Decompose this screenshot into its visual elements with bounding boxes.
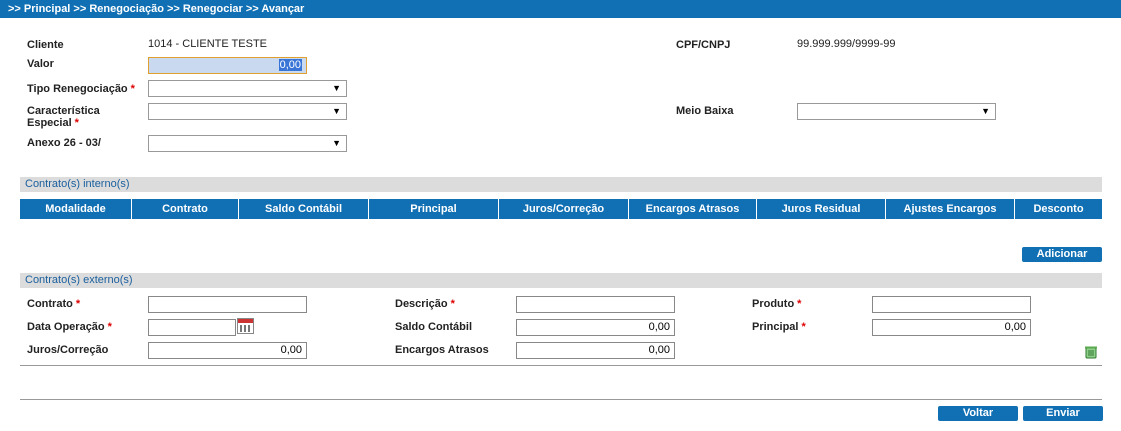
cpf-value: 99.999.999/9999-99 (797, 38, 896, 50)
required-mark: * (801, 321, 806, 333)
contrato-label: Contrato * (27, 298, 80, 310)
column-header[interactable]: Contrato (132, 199, 239, 219)
caracteristica-text-1: Característica (27, 105, 100, 117)
column-header[interactable]: Principal (369, 199, 499, 219)
required-mark: * (74, 117, 79, 129)
internos-table-header: Modalidade Contrato Saldo Contábil Princ… (20, 199, 1102, 219)
encargos-atrasos-input[interactable]: 0,00 (516, 342, 675, 359)
trash-icon[interactable] (1084, 345, 1098, 359)
divider (20, 399, 1102, 400)
caracteristica-text-2: Especial (27, 117, 72, 129)
adicionar-button[interactable]: Adicionar (1022, 247, 1102, 262)
data-operacao-input[interactable] (148, 319, 236, 336)
chevron-down-icon: ▼ (332, 83, 341, 93)
cliente-label: Cliente (27, 39, 64, 51)
valor-label: Valor (27, 58, 54, 70)
produto-text: Produto (752, 298, 795, 310)
column-header[interactable]: Encargos Atrasos (629, 199, 757, 219)
calendar-icon[interactable] (237, 318, 254, 334)
column-header[interactable]: Modalidade (20, 199, 132, 219)
required-mark: * (75, 298, 81, 310)
breadcrumb[interactable]: >> Principal >> Renegociação >> Renegoci… (0, 0, 1121, 18)
cliente-value: 1014 - CLIENTE TESTE (148, 38, 268, 50)
produto-label: Produto * (752, 298, 801, 310)
contrato-input[interactable] (148, 296, 307, 313)
chevron-down-icon: ▼ (332, 138, 341, 148)
internos-section-title: Contrato(s) interno(s) (20, 177, 1102, 192)
divider (20, 365, 1102, 366)
chevron-down-icon: ▼ (332, 106, 341, 116)
tipo-renegociacao-select[interactable]: ▼ (148, 80, 347, 97)
meio-baixa-select[interactable]: ▼ (797, 103, 996, 120)
column-header[interactable]: Ajustes Encargos (886, 199, 1015, 219)
voltar-button[interactable]: Voltar (938, 406, 1018, 421)
saldo-contabil-label: Saldo Contábil (395, 321, 472, 333)
chevron-down-icon: ▼ (981, 106, 990, 116)
required-mark: * (797, 298, 802, 310)
data-operacao-label: Data Operação * (27, 321, 112, 333)
column-header[interactable]: Desconto (1015, 199, 1102, 219)
caracteristica-select[interactable]: ▼ (148, 103, 347, 120)
encargos-atrasos-label: Encargos Atrasos (395, 344, 489, 356)
descricao-label: Descrição * (395, 298, 455, 310)
anexo-label: Anexo 26 - 03/ (27, 137, 101, 149)
column-header[interactable]: Juros/Correção (499, 199, 629, 219)
valor-input[interactable]: 0,00 (148, 57, 307, 74)
externos-section-title: Contrato(s) externo(s) (20, 273, 1102, 288)
required-mark: * (107, 321, 112, 333)
principal-label: Principal * (752, 321, 806, 333)
saldo-contabil-input[interactable]: 0,00 (516, 319, 675, 336)
descricao-input[interactable] (516, 296, 675, 313)
produto-input[interactable] (872, 296, 1031, 313)
tipo-renegociacao-label: Tipo Renegociação * (27, 83, 135, 95)
caracteristica-label: Característica Especial * (27, 105, 100, 129)
tipo-renegociacao-text: Tipo Renegociação (27, 83, 128, 95)
anexo-select[interactable]: ▼ (148, 135, 347, 152)
descricao-text: Descrição (395, 298, 448, 310)
enviar-button[interactable]: Enviar (1023, 406, 1103, 421)
required-mark: * (450, 298, 455, 310)
column-header[interactable]: Juros Residual (757, 199, 886, 219)
principal-input[interactable]: 0,00 (872, 319, 1031, 336)
column-header[interactable]: Saldo Contábil (239, 199, 369, 219)
juros-correcao-label: Juros/Correção (27, 344, 109, 356)
principal-text: Principal (752, 321, 799, 333)
required-mark: * (130, 83, 135, 95)
juros-correcao-input[interactable]: 0,00 (148, 342, 307, 359)
contrato-text: Contrato (27, 298, 73, 310)
meio-baixa-label: Meio Baixa (676, 105, 734, 117)
data-operacao-text: Data Operação (27, 321, 105, 333)
cpf-label: CPF/CNPJ (676, 39, 731, 51)
valor-value: 0,00 (278, 59, 302, 71)
